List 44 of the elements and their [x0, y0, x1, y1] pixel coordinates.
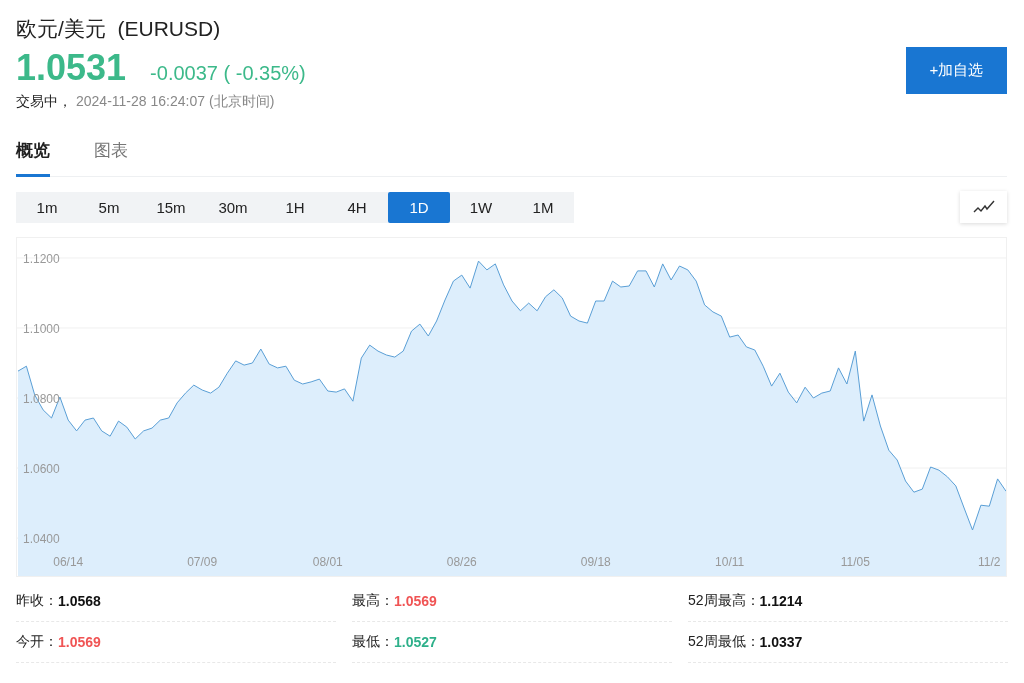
period-button[interactable]: 5m — [78, 191, 140, 223]
x-axis-label: 11/05 — [840, 555, 870, 569]
chart-type-button[interactable] — [960, 191, 1007, 223]
price-change: -0.0037 ( -0.35%) — [150, 62, 306, 85]
line-chart-icon — [972, 200, 995, 214]
x-axis-label: 06/14 — [53, 555, 84, 569]
period-button[interactable]: 4H — [326, 191, 388, 223]
stat-label: 最高： — [352, 592, 394, 610]
period-button[interactable]: 30m — [202, 191, 264, 223]
pair-title: 欧元/美元 (EURUSD) — [16, 16, 222, 42]
stat-value: 1.1214 — [759, 593, 803, 609]
tab[interactable]: 概览 — [16, 139, 50, 177]
period-button[interactable]: 1H — [264, 191, 326, 223]
y-axis-label: 1.0400 — [23, 532, 60, 547]
x-axis-label: 11/2 — [978, 555, 1001, 569]
current-price: 1.0531 — [16, 46, 127, 90]
x-axis-label: 08/01 — [312, 555, 343, 569]
y-axis-label: 1.1000 — [23, 322, 60, 336]
stat-value: 1.0569 — [58, 634, 101, 650]
y-axis-label: 1.1200 — [23, 251, 60, 266]
stat-value: 1.0568 — [58, 593, 101, 609]
stat-label: 最低： — [352, 633, 394, 651]
period-button[interactable]: 1W — [450, 191, 512, 223]
period-button[interactable]: 1m — [16, 191, 78, 223]
stat-value: 1.0337 — [759, 634, 803, 650]
add-watchlist-button[interactable]: +加自选 — [906, 47, 1007, 94]
stat-label: 52周最低： — [688, 633, 760, 651]
period-button[interactable]: 15m — [140, 191, 202, 223]
period-button[interactable]: 1D — [388, 191, 450, 223]
x-axis-label: 09/18 — [580, 555, 611, 569]
tab[interactable]: 图表 — [94, 139, 128, 177]
stat-value: 1.0527 — [394, 634, 437, 650]
stat-label: 今开： — [16, 633, 58, 651]
stat-label: 52周最高： — [688, 592, 760, 610]
timestamp: 2024-11-28 16:24:07 — [76, 92, 205, 111]
stat-label: 昨收： — [16, 592, 58, 610]
stat-value: 1.0569 — [394, 593, 437, 609]
y-axis-label: 1.0600 — [23, 462, 60, 477]
x-axis-label: 07/09 — [187, 555, 218, 569]
period-button[interactable]: 1M — [512, 191, 574, 223]
timezone-label: (北京时间) — [208, 92, 275, 111]
x-axis-label: 10/11 — [715, 555, 745, 569]
trading-status: 交易中， — [16, 92, 72, 111]
x-axis-label: 08/26 — [446, 555, 477, 569]
